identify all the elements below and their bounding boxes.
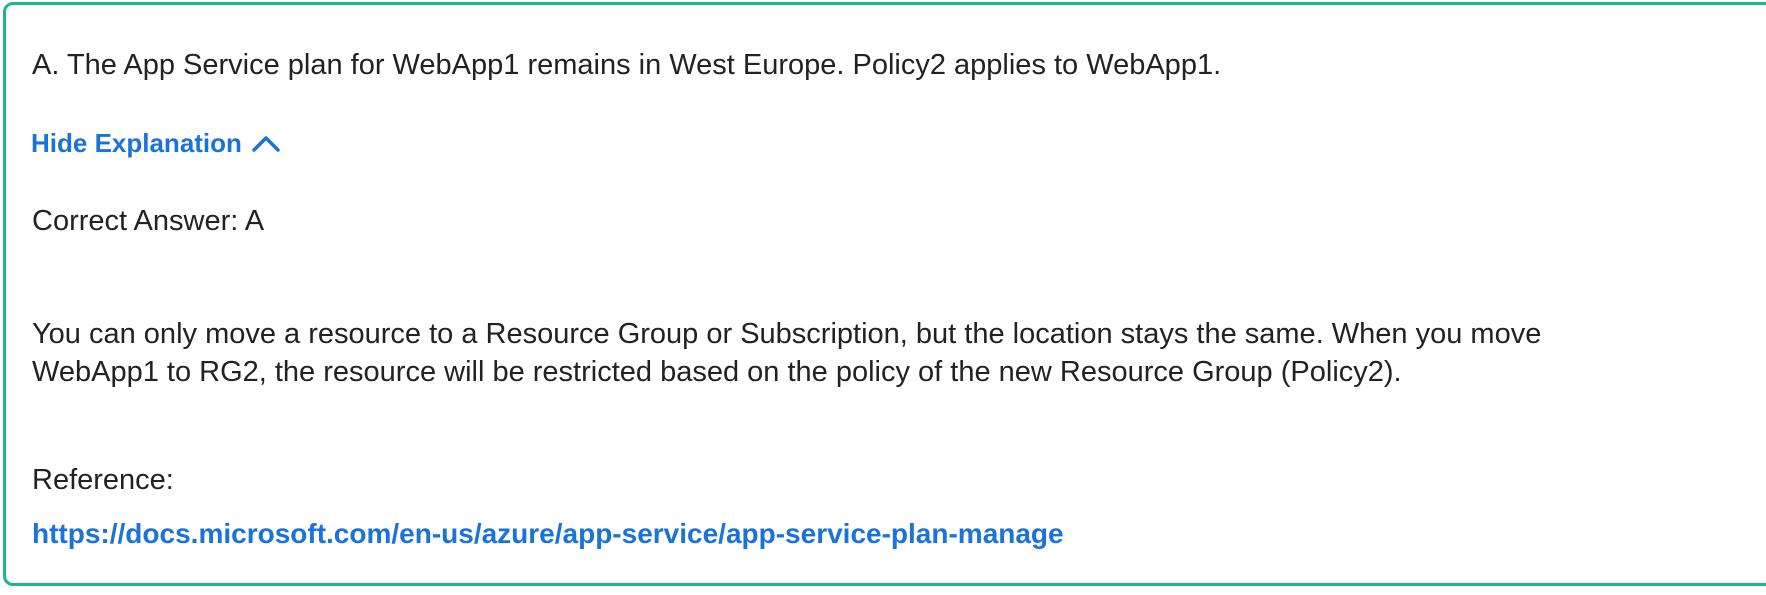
explanation-text: You can only move a resource to a Resour…	[32, 315, 1541, 391]
chevron-up-icon	[252, 136, 280, 152]
hide-explanation-label: Hide Explanation	[31, 128, 242, 158]
hide-explanation-button[interactable]: Hide Explanation	[31, 128, 280, 158]
answer-option-a: A. The App Service plan for WebApp1 rema…	[32, 49, 1222, 81]
reference-link[interactable]: https://docs.microsoft.com/en-us/azure/a…	[32, 517, 1064, 551]
explanation-card: A. The App Service plan for WebApp1 rema…	[3, 2, 1766, 586]
explanation-line: WebApp1 to RG2, the resource will be res…	[32, 356, 1402, 388]
explanation-line: You can only move a resource to a Resour…	[32, 318, 1542, 350]
correct-answer: Correct Answer: A	[32, 205, 265, 237]
reference-label: Reference:	[32, 464, 174, 496]
